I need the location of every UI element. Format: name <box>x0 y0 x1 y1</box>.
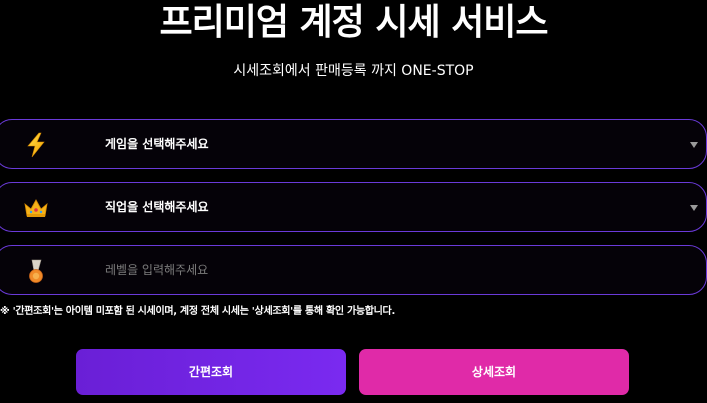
detail-search-button[interactable]: 상세조회 <box>359 349 629 395</box>
game-select-label: 게임을 선택해주세요 <box>105 137 209 151</box>
level-field[interactable] <box>0 245 707 295</box>
page-title: 프리미엄 계정 시세 서비스 <box>159 2 549 43</box>
level-badge-icon <box>23 258 49 284</box>
page-subtitle: 시세조회에서 판매등록 까지 ONE-STOP <box>233 63 474 79</box>
notice-text: ※ '간편조회'는 아이템 미포함 된 시세이며, 계정 전체 시세는 '상세조… <box>0 306 395 317</box>
crown-icon <box>23 195 49 221</box>
job-select-label: 직업을 선택해주세요 <box>105 200 209 214</box>
level-input[interactable] <box>105 258 645 282</box>
simple-search-button[interactable]: 간편조회 <box>76 349 346 395</box>
job-select[interactable]: 직업을 선택해주세요 <box>0 182 707 232</box>
chevron-down-icon <box>690 142 698 148</box>
chevron-down-icon <box>690 205 698 211</box>
lightning-icon <box>23 132 49 158</box>
game-select[interactable]: 게임을 선택해주세요 <box>0 119 707 169</box>
